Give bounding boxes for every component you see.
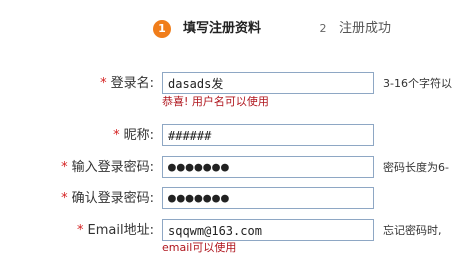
nickname-row: * 昵称: ###### bbox=[0, 124, 455, 148]
email-hint: 忘记密码时, bbox=[383, 224, 442, 237]
username-hint: 3-16个字符以 bbox=[383, 77, 452, 90]
password-row: * 输入登录密码: ●●●●●●● 密码长度为6- bbox=[0, 156, 455, 180]
required-mark: * bbox=[61, 160, 68, 175]
email-row: * Email地址: sqqwm@163.com 忘记密码时, bbox=[0, 219, 455, 243]
username-label: * 登录名: bbox=[100, 76, 154, 91]
step-2-number: 2 bbox=[319, 22, 327, 35]
required-mark: * bbox=[100, 76, 107, 91]
nickname-input[interactable]: ###### bbox=[162, 124, 374, 146]
email-input[interactable]: sqqwm@163.com bbox=[162, 219, 374, 241]
nickname-label: * 昵称: bbox=[113, 128, 154, 143]
step-1-label: 填写注册资料 bbox=[183, 21, 262, 36]
required-mark: * bbox=[61, 191, 68, 206]
step-1-badge: 1 bbox=[153, 20, 171, 38]
username-row: * 登录名: dasads发 3-16个字符以 bbox=[0, 72, 455, 96]
email-label: * Email地址: bbox=[77, 223, 154, 238]
confirm-password-input[interactable]: ●●●●●●● bbox=[162, 187, 374, 209]
password-input[interactable]: ●●●●●●● bbox=[162, 156, 374, 178]
password-hint: 密码长度为6- bbox=[383, 161, 449, 174]
required-mark: * bbox=[113, 128, 120, 143]
confirm-password-row: * 确认登录密码: ●●●●●●● bbox=[0, 187, 455, 211]
username-success-message: 恭喜! 用户名可以使用 bbox=[162, 95, 269, 108]
username-input[interactable]: dasads发 bbox=[162, 72, 374, 94]
email-success-message: email可以使用 bbox=[162, 241, 237, 254]
required-mark: * bbox=[77, 223, 84, 238]
confirm-password-label: * 确认登录密码: bbox=[61, 191, 154, 206]
password-label: * 输入登录密码: bbox=[61, 160, 154, 175]
step-2-label: 注册成功 bbox=[339, 21, 392, 36]
